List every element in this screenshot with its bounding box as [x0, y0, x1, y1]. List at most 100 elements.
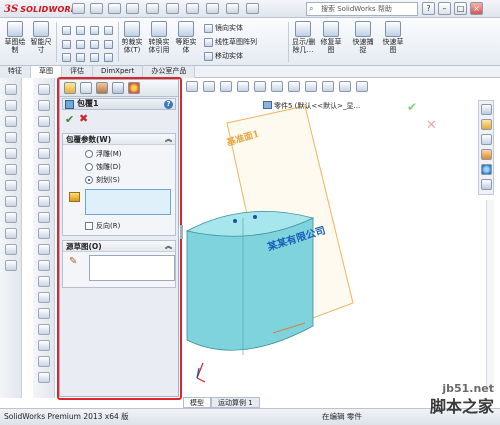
- polygon-icon[interactable]: [76, 40, 85, 49]
- maximize-button[interactable]: □: [454, 2, 467, 15]
- smart-dimension-button[interactable]: 智能尺 寸: [30, 21, 52, 54]
- toolbar-tool-icon[interactable]: [5, 116, 17, 127]
- rebuild-icon[interactable]: [206, 3, 219, 14]
- ellipse-icon[interactable]: [104, 40, 113, 49]
- tab-model[interactable]: 模型: [183, 397, 211, 408]
- zoom-to-fit-icon[interactable]: [186, 80, 198, 92]
- home-icon[interactable]: [72, 3, 85, 14]
- slot-icon[interactable]: [90, 26, 99, 35]
- reverse-direction-option[interactable]: 反向(R): [85, 221, 120, 231]
- view-palette-icon[interactable]: [481, 149, 492, 160]
- quick-snaps-button[interactable]: 快速捕 捉: [352, 21, 374, 54]
- display-delete-relations-button[interactable]: 显示/删 除几…: [292, 21, 315, 54]
- hide-show-items-icon[interactable]: [288, 80, 300, 92]
- toolbar-tool-icon[interactable]: [38, 180, 50, 191]
- line-icon[interactable]: [62, 26, 71, 35]
- undo-icon[interactable]: [166, 3, 179, 14]
- toolbar-tool-icon[interactable]: [5, 100, 17, 111]
- toolbar-tool-icon[interactable]: [5, 132, 17, 143]
- print-icon[interactable]: [146, 3, 159, 14]
- deboss-radio[interactable]: [85, 163, 93, 171]
- file-explorer-icon[interactable]: [481, 134, 492, 145]
- convert-entities-button[interactable]: 转换实 体引用: [148, 21, 170, 54]
- file-properties-icon[interactable]: [226, 3, 239, 14]
- rectangle-icon[interactable]: [76, 26, 85, 35]
- toolbar-tool-icon[interactable]: [5, 84, 17, 95]
- save-icon[interactable]: [126, 3, 139, 14]
- trim-entities-button[interactable]: 剪裁实 体(T): [121, 21, 143, 54]
- toolbar-tool-icon[interactable]: [38, 244, 50, 255]
- tab-features[interactable]: 特征: [0, 66, 31, 78]
- scribe-option[interactable]: 刻划(S): [85, 175, 120, 185]
- toolbar-tool-icon[interactable]: [38, 292, 50, 303]
- options-icon[interactable]: [246, 3, 259, 14]
- offset-entities-button[interactable]: 等距实 体: [175, 21, 197, 54]
- toolbar-tool-icon[interactable]: [5, 260, 17, 271]
- appearances-icon[interactable]: [481, 164, 492, 175]
- display-manager-tab-icon[interactable]: [128, 82, 140, 94]
- view-settings-icon[interactable]: [339, 80, 351, 92]
- previous-view-icon[interactable]: [220, 80, 232, 92]
- minimize-button[interactable]: –: [438, 2, 451, 15]
- toolbar-tool-icon[interactable]: [38, 116, 50, 127]
- emboss-option[interactable]: 浮雕(M): [85, 149, 122, 159]
- fillet-icon[interactable]: [62, 53, 71, 62]
- face-selection-box[interactable]: [85, 189, 171, 215]
- vertical-scrollbar[interactable]: [486, 200, 494, 390]
- edit-appearance-icon[interactable]: [305, 80, 317, 92]
- emboss-radio[interactable]: [85, 150, 93, 158]
- toolbar-tool-icon[interactable]: [5, 244, 17, 255]
- toolbar-tool-icon[interactable]: [38, 324, 50, 335]
- toolbar-tool-icon[interactable]: [38, 84, 50, 95]
- confirm-corner-cancel[interactable]: ✕: [426, 118, 437, 133]
- mirror-entities-button[interactable]: 镜向实体: [204, 23, 243, 33]
- section-view-icon[interactable]: [237, 80, 249, 92]
- new-document-icon[interactable]: [90, 3, 103, 14]
- source-sketch-header[interactable]: 源草图(O) ︽: [63, 241, 175, 252]
- toolbar-tool-icon[interactable]: [38, 228, 50, 239]
- toolbar-tool-icon[interactable]: [5, 212, 17, 223]
- tab-dimxpert[interactable]: DimXpert: [93, 66, 144, 78]
- confirm-corner-ok[interactable]: ✔: [407, 100, 417, 114]
- close-button[interactable]: ×: [470, 2, 483, 15]
- help-button[interactable]: ?: [422, 2, 435, 15]
- toolbar-tool-icon[interactable]: [5, 196, 17, 207]
- toolbar-tool-icon[interactable]: [5, 148, 17, 159]
- view-orientation-icon[interactable]: [254, 80, 266, 92]
- toolbar-tool-icon[interactable]: [38, 276, 50, 287]
- reverse-checkbox[interactable]: [85, 222, 93, 230]
- solidworks-resources-icon[interactable]: [481, 104, 492, 115]
- design-library-icon[interactable]: [481, 119, 492, 130]
- toolbar-tool-icon[interactable]: [5, 228, 17, 239]
- dimxpert-manager-tab-icon[interactable]: [112, 82, 124, 94]
- zoom-area-icon[interactable]: [203, 80, 215, 92]
- rapid-sketch-button[interactable]: 快速草 图: [382, 21, 404, 54]
- select-icon[interactable]: [186, 3, 199, 14]
- open-icon[interactable]: [108, 3, 121, 14]
- wrap-parameters-header[interactable]: 包覆参数(W) ︽: [63, 134, 175, 145]
- toolbar-tool-icon[interactable]: [38, 308, 50, 319]
- tab-sketch[interactable]: 草图: [31, 66, 62, 78]
- configuration-manager-tab-icon[interactable]: [96, 82, 108, 94]
- tab-motion-study[interactable]: 运动算例 1: [211, 397, 260, 408]
- collapse-icon[interactable]: ︽: [165, 241, 172, 252]
- toolbar-tool-icon[interactable]: [38, 340, 50, 351]
- toolbar-tool-icon[interactable]: [38, 356, 50, 367]
- toolbar-tool-icon[interactable]: [5, 164, 17, 175]
- toolbar-tool-icon[interactable]: [38, 260, 50, 271]
- scribe-radio[interactable]: [85, 176, 93, 184]
- text-icon[interactable]: [90, 53, 99, 62]
- source-sketch-box[interactable]: [89, 255, 175, 281]
- cancel-button[interactable]: ✖: [79, 112, 88, 125]
- arc-icon[interactable]: [62, 40, 71, 49]
- collapse-icon[interactable]: ︽: [165, 134, 172, 145]
- feature-manager-tab-icon[interactable]: [64, 82, 76, 94]
- apply-scene-icon[interactable]: [322, 80, 334, 92]
- display-style-icon[interactable]: [271, 80, 283, 92]
- deboss-option[interactable]: 蚀雕(D): [85, 162, 121, 172]
- graphics-area[interactable]: [183, 78, 493, 396]
- property-manager-tab-icon[interactable]: [80, 82, 92, 94]
- toolbar-tool-icon[interactable]: [38, 100, 50, 111]
- linear-pattern-button[interactable]: 线性草图阵列: [204, 37, 257, 47]
- spline-icon[interactable]: [90, 40, 99, 49]
